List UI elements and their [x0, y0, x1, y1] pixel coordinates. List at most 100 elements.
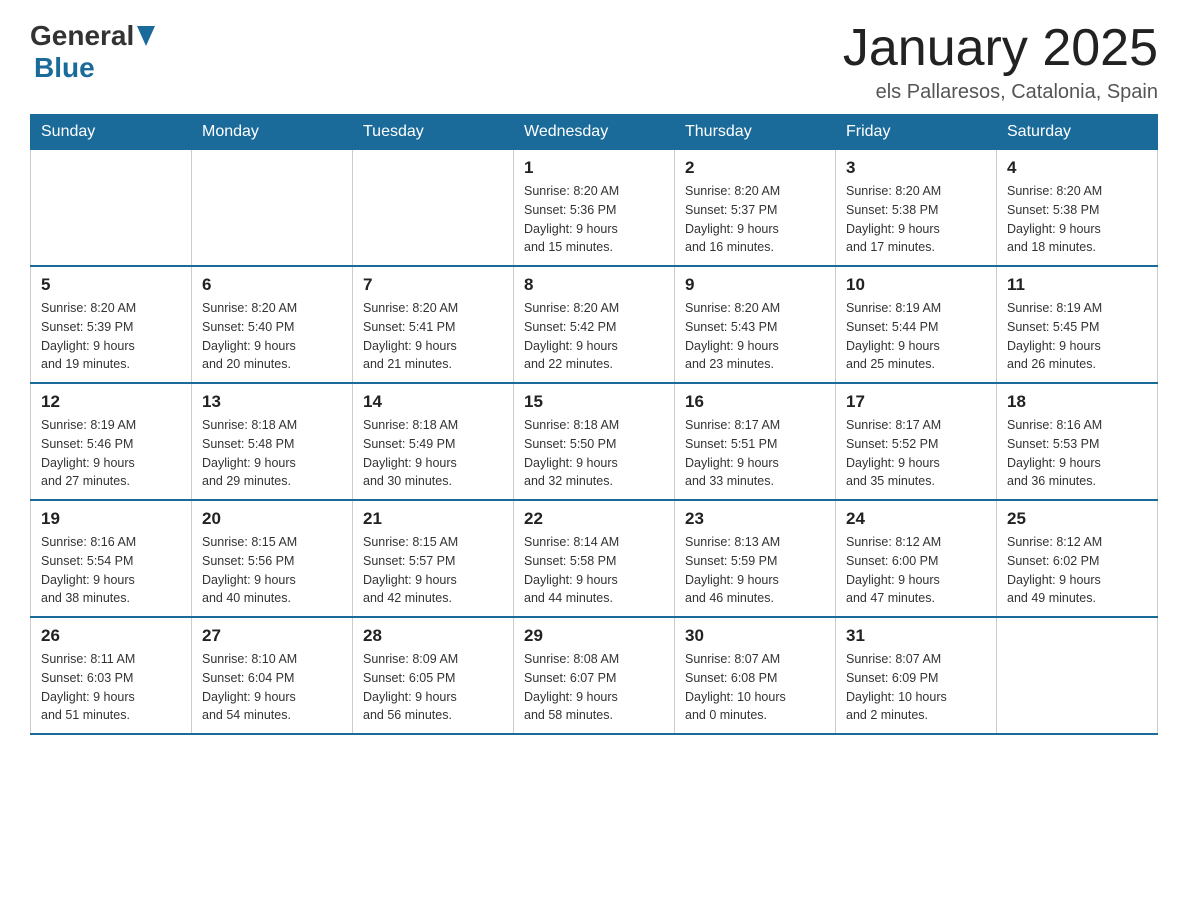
- calendar-cell: 4 Sunrise: 8:20 AM Sunset: 5:38 PM Daylig…: [997, 150, 1158, 267]
- logo-general-text: General: [30, 20, 134, 52]
- calendar-cell: 26 Sunrise: 8:11 AM Sunset: 6:03 PM Dayli…: [31, 617, 192, 734]
- day-info: Sunrise: 8:20 AM Sunset: 5:42 PM Dayligh…: [524, 299, 664, 374]
- day-info: Sunrise: 8:19 AM Sunset: 5:46 PM Dayligh…: [41, 416, 181, 491]
- calendar-cell: 22 Sunrise: 8:14 AM Sunset: 5:58 PM Dayli…: [514, 500, 675, 617]
- calendar-body: 1 Sunrise: 8:20 AM Sunset: 5:36 PM Daylig…: [31, 150, 1158, 735]
- calendar-cell: 31 Sunrise: 8:07 AM Sunset: 6:09 PM Dayli…: [836, 617, 997, 734]
- calendar-cell: 21Sunrise: 8:15 AM Sunset: 5:57 PM Dayli…: [353, 500, 514, 617]
- day-info: Sunrise: 8:17 AM Sunset: 5:52 PM Dayligh…: [846, 416, 986, 491]
- day-number: 10: [846, 275, 986, 295]
- calendar-header: SundayMondayTuesdayWednesdayThursdayFrid…: [31, 115, 1158, 150]
- calendar-week-4: 26 Sunrise: 8:11 AM Sunset: 6:03 PM Dayli…: [31, 617, 1158, 734]
- logo: General Blue: [30, 20, 155, 84]
- day-info: Sunrise: 8:20 AM Sunset: 5:36 PM Dayligh…: [524, 182, 664, 257]
- day-number: 26: [41, 626, 181, 646]
- calendar-cell: 9Sunrise: 8:20 AM Sunset: 5:43 PM Daylig…: [675, 266, 836, 383]
- day-info: Sunrise: 8:08 AM Sunset: 6:07 PM Dayligh…: [524, 650, 664, 725]
- calendar-week-2: 12 Sunrise: 8:19 AM Sunset: 5:46 PM Dayli…: [31, 383, 1158, 500]
- calendar-cell: 11 Sunrise: 8:19 AM Sunset: 5:45 PM Dayli…: [997, 266, 1158, 383]
- day-info: Sunrise: 8:14 AM Sunset: 5:58 PM Dayligh…: [524, 533, 664, 608]
- calendar-cell: 20 Sunrise: 8:15 AM Sunset: 5:56 PM Dayli…: [192, 500, 353, 617]
- day-number: 23: [685, 509, 825, 529]
- title-section: January 2025 els Pallaresos, Catalonia, …: [843, 20, 1158, 104]
- day-number: 16: [685, 392, 825, 412]
- day-number: 31: [846, 626, 986, 646]
- day-number: 28: [363, 626, 503, 646]
- calendar-week-0: 1 Sunrise: 8:20 AM Sunset: 5:36 PM Daylig…: [31, 150, 1158, 267]
- calendar-cell: 28 Sunrise: 8:09 AM Sunset: 6:05 PM Dayli…: [353, 617, 514, 734]
- day-number: 29: [524, 626, 664, 646]
- calendar-cell: 5Sunrise: 8:20 AM Sunset: 5:39 PM Daylig…: [31, 266, 192, 383]
- header-cell-tuesday: Tuesday: [353, 115, 514, 150]
- calendar-cell: 14Sunrise: 8:18 AM Sunset: 5:49 PM Dayli…: [353, 383, 514, 500]
- calendar-cell: 12 Sunrise: 8:19 AM Sunset: 5:46 PM Dayli…: [31, 383, 192, 500]
- day-info: Sunrise: 8:07 AM Sunset: 6:08 PM Dayligh…: [685, 650, 825, 725]
- day-info: Sunrise: 8:15 AM Sunset: 5:56 PM Dayligh…: [202, 533, 342, 608]
- calendar-table: SundayMondayTuesdayWednesdayThursdayFrid…: [30, 114, 1158, 735]
- calendar-title: January 2025: [843, 20, 1158, 77]
- calendar-cell: 7Sunrise: 8:20 AM Sunset: 5:41 PM Daylig…: [353, 266, 514, 383]
- header-cell-sunday: Sunday: [31, 115, 192, 150]
- calendar-cell: 30 Sunrise: 8:07 AM Sunset: 6:08 PM Dayli…: [675, 617, 836, 734]
- header-cell-monday: Monday: [192, 115, 353, 150]
- day-number: 30: [685, 626, 825, 646]
- calendar-cell: 16 Sunrise: 8:17 AM Sunset: 5:51 PM Dayli…: [675, 383, 836, 500]
- day-number: 22: [524, 509, 664, 529]
- calendar-cell: [997, 617, 1158, 734]
- calendar-cell: 2 Sunrise: 8:20 AM Sunset: 5:37 PM Daylig…: [675, 150, 836, 267]
- day-number: 1: [524, 158, 664, 178]
- day-info: Sunrise: 8:18 AM Sunset: 5:50 PM Dayligh…: [524, 416, 664, 491]
- day-number: 2: [685, 158, 825, 178]
- day-info: Sunrise: 8:19 AM Sunset: 5:45 PM Dayligh…: [1007, 299, 1147, 374]
- day-info: Sunrise: 8:18 AM Sunset: 5:48 PM Dayligh…: [202, 416, 342, 491]
- header-cell-friday: Friday: [836, 115, 997, 150]
- day-number: 18: [1007, 392, 1147, 412]
- day-info: Sunrise: 8:12 AM Sunset: 6:02 PM Dayligh…: [1007, 533, 1147, 608]
- day-number: 19: [41, 509, 181, 529]
- day-number: 27: [202, 626, 342, 646]
- calendar-cell: 13Sunrise: 8:18 AM Sunset: 5:48 PM Dayli…: [192, 383, 353, 500]
- day-info: Sunrise: 8:11 AM Sunset: 6:03 PM Dayligh…: [41, 650, 181, 725]
- day-number: 6: [202, 275, 342, 295]
- calendar-week-1: 5Sunrise: 8:20 AM Sunset: 5:39 PM Daylig…: [31, 266, 1158, 383]
- calendar-cell: 1 Sunrise: 8:20 AM Sunset: 5:36 PM Daylig…: [514, 150, 675, 267]
- day-info: Sunrise: 8:20 AM Sunset: 5:41 PM Dayligh…: [363, 299, 503, 374]
- calendar-cell: 18Sunrise: 8:16 AM Sunset: 5:53 PM Dayli…: [997, 383, 1158, 500]
- calendar-cell: 23Sunrise: 8:13 AM Sunset: 5:59 PM Dayli…: [675, 500, 836, 617]
- day-number: 17: [846, 392, 986, 412]
- calendar-cell: 25 Sunrise: 8:12 AM Sunset: 6:02 PM Dayli…: [997, 500, 1158, 617]
- logo-blue-text: Blue: [34, 52, 95, 84]
- day-number: 3: [846, 158, 986, 178]
- day-info: Sunrise: 8:16 AM Sunset: 5:54 PM Dayligh…: [41, 533, 181, 608]
- calendar-cell: 8 Sunrise: 8:20 AM Sunset: 5:42 PM Daylig…: [514, 266, 675, 383]
- day-info: Sunrise: 8:09 AM Sunset: 6:05 PM Dayligh…: [363, 650, 503, 725]
- day-number: 20: [202, 509, 342, 529]
- header-cell-wednesday: Wednesday: [514, 115, 675, 150]
- header-row: SundayMondayTuesdayWednesdayThursdayFrid…: [31, 115, 1158, 150]
- calendar-cell: 15Sunrise: 8:18 AM Sunset: 5:50 PM Dayli…: [514, 383, 675, 500]
- calendar-cell: 10Sunrise: 8:19 AM Sunset: 5:44 PM Dayli…: [836, 266, 997, 383]
- day-info: Sunrise: 8:17 AM Sunset: 5:51 PM Dayligh…: [685, 416, 825, 491]
- day-number: 25: [1007, 509, 1147, 529]
- day-number: 4: [1007, 158, 1147, 178]
- day-info: Sunrise: 8:20 AM Sunset: 5:39 PM Dayligh…: [41, 299, 181, 374]
- calendar-cell: 6Sunrise: 8:20 AM Sunset: 5:40 PM Daylig…: [192, 266, 353, 383]
- calendar-subtitle: els Pallaresos, Catalonia, Spain: [843, 81, 1158, 104]
- day-info: Sunrise: 8:12 AM Sunset: 6:00 PM Dayligh…: [846, 533, 986, 608]
- page-header: General Blue January 2025 els Pallaresos…: [30, 20, 1158, 104]
- day-number: 14: [363, 392, 503, 412]
- day-number: 21: [363, 509, 503, 529]
- day-info: Sunrise: 8:20 AM Sunset: 5:37 PM Dayligh…: [685, 182, 825, 257]
- header-cell-thursday: Thursday: [675, 115, 836, 150]
- day-info: Sunrise: 8:20 AM Sunset: 5:38 PM Dayligh…: [1007, 182, 1147, 257]
- calendar-cell: [192, 150, 353, 267]
- day-info: Sunrise: 8:07 AM Sunset: 6:09 PM Dayligh…: [846, 650, 986, 725]
- day-number: 11: [1007, 275, 1147, 295]
- header-cell-saturday: Saturday: [997, 115, 1158, 150]
- calendar-cell: [31, 150, 192, 267]
- day-number: 8: [524, 275, 664, 295]
- day-number: 12: [41, 392, 181, 412]
- calendar-cell: [353, 150, 514, 267]
- day-number: 24: [846, 509, 986, 529]
- day-number: 9: [685, 275, 825, 295]
